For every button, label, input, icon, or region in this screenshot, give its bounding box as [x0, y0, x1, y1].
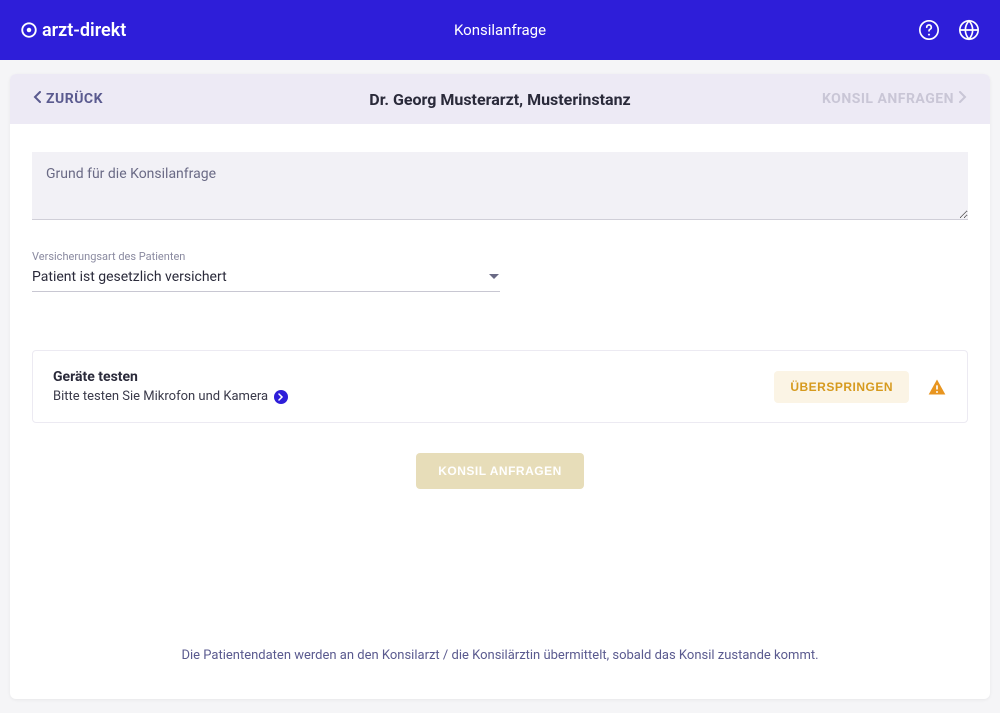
brand-text: arzt-direkt — [42, 20, 126, 41]
chevron-down-icon — [488, 269, 500, 285]
card-title: Dr. Georg Musterarzt, Musterinstanz — [369, 90, 630, 109]
arrow-circle-icon — [274, 390, 288, 404]
page-title: Konsilanfrage — [454, 21, 546, 39]
forward-button-disabled: KONSIL ANFRAGEN — [822, 91, 968, 107]
insurance-select[interactable]: Patient ist gesetzlich versichert — [32, 265, 500, 292]
warning-icon — [927, 377, 947, 397]
skip-button[interactable]: ÜBERSPRINGEN — [774, 371, 909, 403]
device-test-text: Geräte testen Bitte testen Sie Mikrofon … — [53, 369, 774, 404]
card-header: ZURÜCK Dr. Georg Musterarzt, Musterinsta… — [10, 74, 990, 124]
submit-row: KONSIL ANFRAGEN — [32, 453, 968, 489]
insurance-label: Versicherungsart des Patienten — [32, 250, 500, 263]
reason-textarea[interactable] — [32, 152, 968, 220]
submit-button-disabled: KONSIL ANFRAGEN — [416, 453, 584, 489]
back-button[interactable]: ZURÜCK — [32, 91, 103, 107]
chevron-right-icon — [958, 91, 968, 107]
help-icon[interactable] — [918, 19, 940, 41]
back-label: ZURÜCK — [46, 91, 103, 107]
chevron-left-icon — [32, 91, 42, 107]
device-test-box: Geräte testen Bitte testen Sie Mikrofon … — [32, 350, 968, 423]
forward-label: KONSIL ANFRAGEN — [822, 91, 954, 107]
main-card: ZURÜCK Dr. Georg Musterarzt, Musterinsta… — [10, 74, 990, 699]
insurance-value: Patient ist gesetzlich versichert — [32, 269, 227, 285]
device-test-link[interactable]: Bitte testen Sie Mikrofon und Kamera — [53, 389, 774, 404]
header-actions — [918, 19, 980, 41]
brand: arzt-direkt — [20, 20, 126, 41]
insurance-select-group: Versicherungsart des Patienten Patient i… — [32, 250, 500, 292]
globe-icon[interactable] — [958, 19, 980, 41]
card-body: Versicherungsart des Patienten Patient i… — [10, 124, 990, 699]
brand-icon — [20, 21, 38, 39]
device-test-title: Geräte testen — [53, 369, 774, 385]
device-test-subtitle: Bitte testen Sie Mikrofon und Kamera — [53, 389, 268, 404]
page-container: ZURÜCK Dr. Georg Musterarzt, Musterinsta… — [0, 60, 1000, 713]
footer-note: Die Patientendaten werden an den Konsila… — [32, 648, 968, 671]
app-header: arzt-direkt Konsilanfrage — [0, 0, 1000, 60]
